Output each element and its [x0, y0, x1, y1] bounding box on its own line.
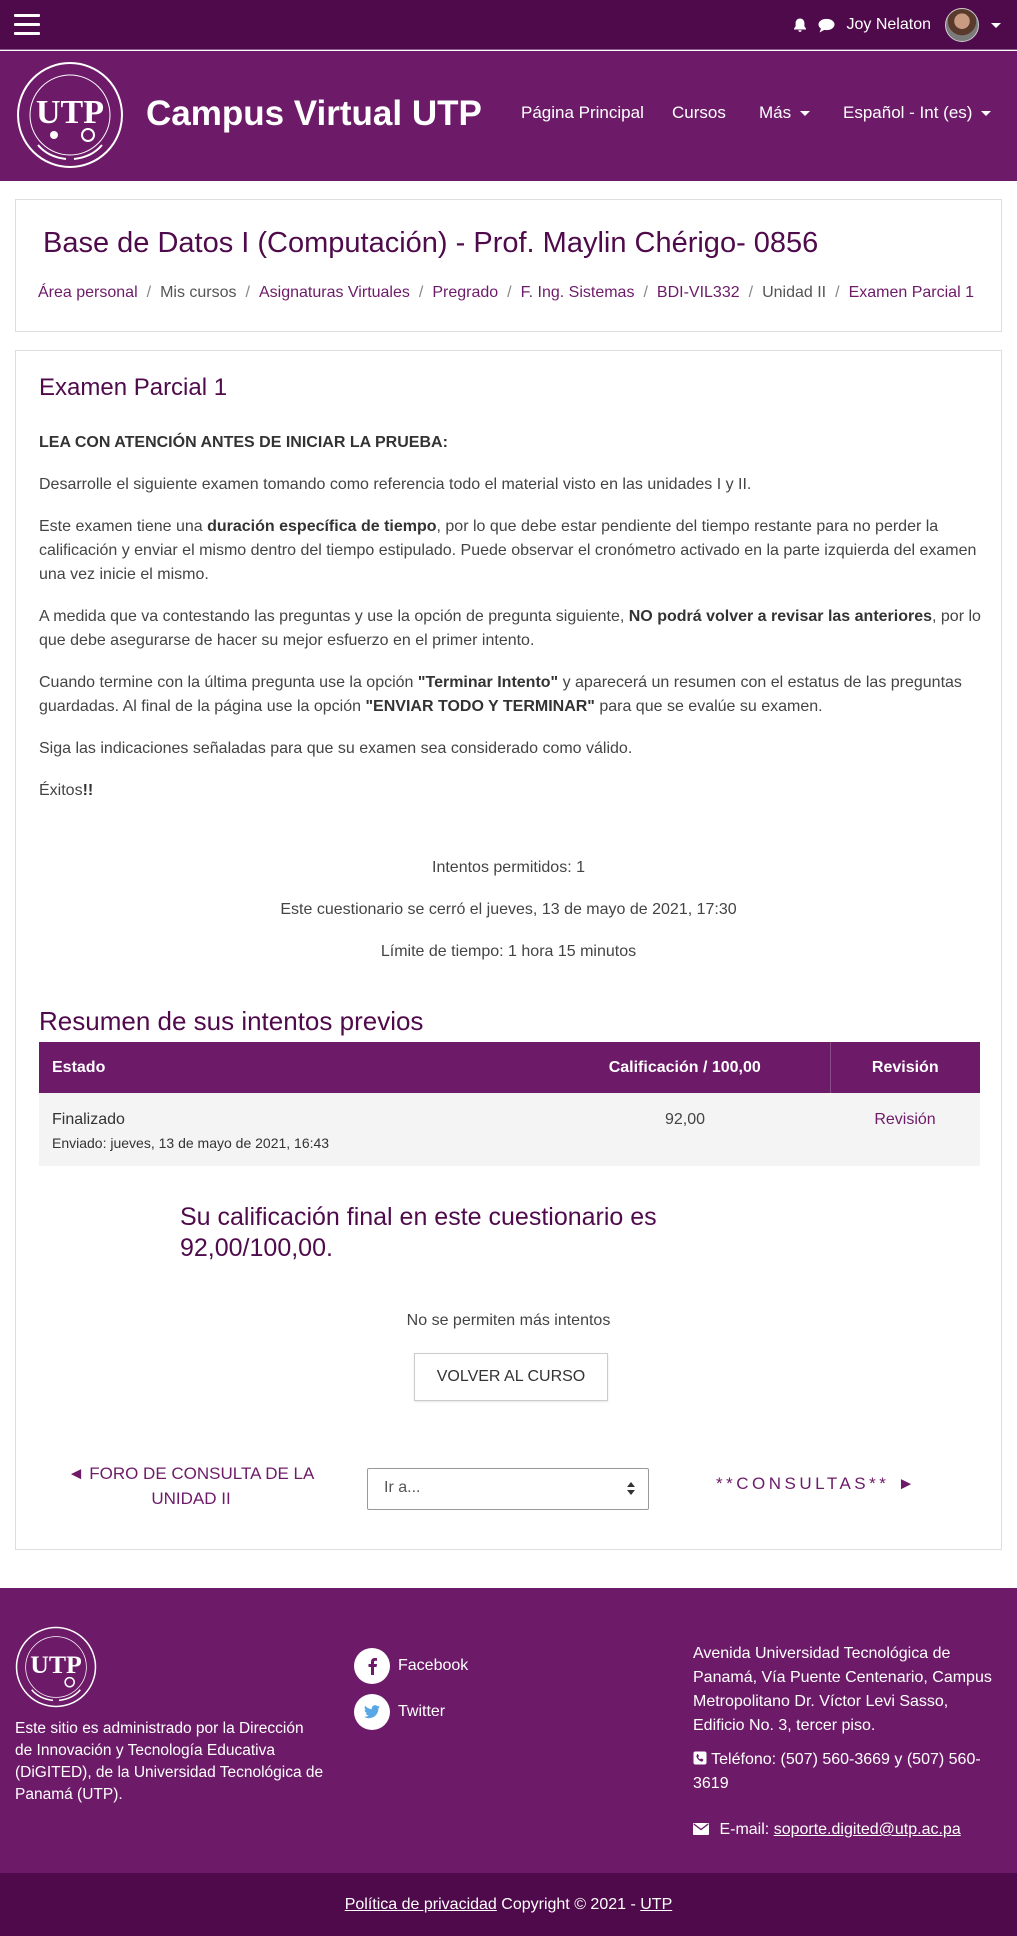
- avatar[interactable]: [945, 8, 979, 42]
- site-header: UTP Campus Virtual UTP Página Principal …: [0, 51, 1017, 181]
- column-header: Estado: [39, 1042, 540, 1093]
- nav-language[interactable]: Español - Int (es): [843, 103, 992, 123]
- final-grade-message: Su calificación final en este cuestionar…: [180, 1203, 657, 1262]
- table-row: Finalizado Enviado: jueves, 13 de mayo d…: [39, 1093, 980, 1166]
- exam-title: Examen Parcial 1: [39, 374, 228, 401]
- breadcrumb-item: Mis cursos: [160, 284, 237, 301]
- breadcrumb-item[interactable]: F. Ing. Sistemas: [521, 284, 635, 302]
- user-menu-area: Joy Nelaton: [792, 0, 1001, 50]
- course-title: Base de Datos I (Computación) - Prof. Ma…: [43, 227, 819, 259]
- chevron-down-icon[interactable]: [991, 22, 1001, 28]
- facebook-icon: [354, 1648, 390, 1684]
- chevron-down-icon: [800, 110, 811, 116]
- next-activity-link[interactable]: **CONSULTAS** ►: [716, 1474, 918, 1494]
- site-footer: UTP Este sitio es administrado por la Di…: [0, 1588, 1017, 1873]
- utp-link[interactable]: UTP: [640, 1896, 672, 1914]
- twitter-icon: [354, 1694, 390, 1730]
- facebook-link[interactable]: Facebook: [354, 1648, 468, 1684]
- main-content: Examen Parcial 1 LEA CON ATENCIÓN ANTES …: [15, 350, 1002, 1550]
- attempt-submitted-date: Enviado: jueves, 13 de mayo de 2021, 16:…: [52, 1135, 330, 1151]
- footer-email: E-mail: soporte.digited@utp.ac.pa: [693, 1818, 1003, 1842]
- column-header: Calificación / 100,00: [540, 1042, 830, 1093]
- attempts-allowed: Intentos permitidos: 1: [432, 859, 585, 876]
- footer-address: Avenida Universidad Tecnológica de Panam…: [693, 1645, 992, 1734]
- jump-to-placeholder: Ir a...: [384, 1479, 421, 1496]
- jump-to-select[interactable]: Ir a...: [367, 1468, 649, 1510]
- nav-more[interactable]: Más: [759, 103, 811, 123]
- attempt-status: Finalizado: [52, 1111, 125, 1128]
- breadcrumb-item[interactable]: Área personal: [38, 284, 138, 302]
- review-link[interactable]: Revisión: [874, 1111, 935, 1128]
- breadcrumb-item[interactable]: Examen Parcial 1: [849, 284, 974, 302]
- time-limit: Límite de tiempo: 1 hora 15 minutos: [380, 943, 637, 960]
- chat-icon[interactable]: [818, 18, 835, 33]
- attempt-review-cell: Revisión: [830, 1093, 980, 1166]
- top-navbar: Joy Nelaton: [0, 0, 1017, 50]
- copyright-text: Copyright © 2021 -: [496, 1895, 641, 1913]
- user-name[interactable]: Joy Nelaton: [847, 16, 932, 34]
- breadcrumb-item[interactable]: BDI-VIL332: [657, 284, 740, 302]
- nav-home[interactable]: Página Principal: [521, 103, 644, 123]
- phone-icon: [693, 1751, 707, 1765]
- attempts-table: Estado Calificación / 100,00 Revisión Fi…: [39, 1042, 980, 1166]
- no-more-attempts: No se permiten más intentos: [406, 1312, 611, 1329]
- breadcrumb-item: Unidad II: [762, 284, 827, 301]
- select-arrows-icon: [627, 1482, 635, 1495]
- bell-icon[interactable]: [792, 17, 808, 33]
- back-to-course-button[interactable]: VOLVER AL CURSO: [414, 1353, 608, 1401]
- prev-activity-link[interactable]: ◄ FORO DE CONSULTA DE LA UNIDAD II: [61, 1461, 321, 1511]
- attempt-grade: 92,00: [540, 1093, 830, 1166]
- svg-text:UTP: UTP: [36, 94, 104, 131]
- menu-icon[interactable]: [14, 14, 40, 36]
- utp-footer-logo: UTP: [15, 1626, 97, 1708]
- page-header-card: Base de Datos I (Computación) - Prof. Ma…: [15, 199, 1002, 332]
- breadcrumb-item[interactable]: Asignaturas Virtuales: [259, 284, 410, 302]
- utp-logo[interactable]: UTP: [16, 61, 124, 169]
- twitter-link[interactable]: Twitter: [354, 1694, 445, 1730]
- footer-bottom-bar: Política de privacidad Copyright © 2021 …: [0, 1873, 1017, 1936]
- breadcrumb-item[interactable]: Pregrado: [432, 284, 498, 302]
- nav-courses[interactable]: Cursos: [672, 103, 726, 123]
- footer-phone: Teléfono: (507) 560-3669 y (507) 560-361…: [693, 1751, 981, 1792]
- exam-paragraph: Este examen tiene una duración específic…: [39, 518, 977, 583]
- email-link[interactable]: soporte.digited@utp.ac.pa: [774, 1821, 961, 1838]
- chevron-down-icon: [981, 110, 992, 116]
- attempts-summary-title: Resumen de sus intentos previos: [39, 1006, 424, 1036]
- exam-instructions-heading: LEA CON ATENCIÓN ANTES DE INICIAR LA PRU…: [39, 434, 448, 451]
- quiz-closed-date: Este cuestionario se cerró el jueves, 13…: [280, 901, 737, 918]
- exam-paragraph: Desarrolle el siguiente examen tomando c…: [39, 476, 752, 493]
- breadcrumb: Área personal / Mis cursos / Asignaturas V…: [38, 284, 974, 302]
- site-title[interactable]: Campus Virtual UTP: [146, 94, 482, 134]
- table-header-row: Estado Calificación / 100,00 Revisión: [39, 1042, 980, 1093]
- footer-about: Este sitio es administrado por la Direcc…: [15, 1720, 324, 1803]
- column-header: Revisión: [829, 1042, 980, 1093]
- svg-text:UTP: UTP: [30, 1650, 82, 1679]
- exam-paragraph: Cuando termine con la última pregunta us…: [39, 674, 962, 715]
- envelope-icon: [693, 1823, 709, 1835]
- exam-paragraph: Siga las indicaciones señaladas para que…: [39, 740, 633, 757]
- privacy-policy-link[interactable]: Política de privacidad: [345, 1896, 497, 1914]
- exam-paragraph: Éxitos!!: [39, 782, 94, 799]
- attempt-status-cell: Finalizado Enviado: jueves, 13 de mayo d…: [39, 1093, 540, 1166]
- exam-paragraph: A medida que va contestando las pregunta…: [39, 608, 981, 649]
